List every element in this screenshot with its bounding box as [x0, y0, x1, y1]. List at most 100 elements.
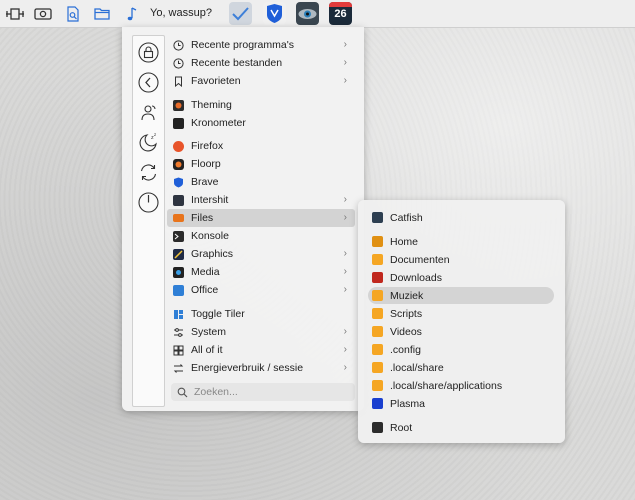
menu-item-label: Toggle Tiler [191, 308, 245, 320]
menu-item-label: Firefox [191, 140, 224, 152]
submenu-item-scripts[interactable]: Scripts [368, 305, 554, 322]
menu-item-label: Konsole [191, 230, 229, 242]
menu-item-system[interactable]: System › [167, 323, 355, 341]
panel-greeting: Yo, wassup? [150, 7, 212, 19]
system-icon [173, 327, 184, 338]
menu-item-energy[interactable]: Energieverbruik / sessie › [167, 359, 355, 377]
submenu-item-label: Downloads [390, 271, 442, 284]
theming-icon [173, 99, 184, 111]
calendar-26-icon[interactable]: 26 [329, 2, 352, 25]
music-note-icon[interactable] [121, 3, 141, 24]
submenu-item-catfish[interactable]: Catfish [368, 209, 554, 226]
menu-item-favorites[interactable]: Favorieten › [167, 72, 355, 90]
folder-scripts-icon [372, 308, 383, 319]
submenu-item-label: Root [390, 421, 413, 434]
menu-item-brave[interactable]: Brave [167, 173, 355, 191]
menu-item-office[interactable]: Office › [167, 281, 355, 299]
chevron-right-icon: › [343, 284, 347, 295]
submenu-item-label: Muziek [390, 289, 424, 302]
submenu-item-label: Documenten [390, 253, 450, 266]
media-icon [173, 266, 184, 278]
submenu-item-documenten[interactable]: Documenten [368, 251, 554, 268]
submenu-item-muziek[interactable]: Muziek [368, 287, 554, 304]
menu-item-label: Recente bestanden [191, 57, 283, 69]
lock-icon[interactable] [138, 42, 159, 63]
graphics-icon [173, 248, 184, 260]
menu-item-label: Intershit [191, 194, 229, 206]
session-sidebar: zz [132, 35, 165, 407]
menu-item-label: Files [191, 212, 214, 224]
menu-item-label: Brave [191, 176, 219, 188]
menu-item-toggle-tiler[interactable]: Toggle Tiler [167, 305, 355, 323]
submenu-item-local-share[interactable]: .local/share [368, 359, 554, 376]
files-submenu: Catfish Home Documenten Downloads Muziek… [358, 200, 565, 443]
menu-item-intershit[interactable]: Intershit › [167, 191, 355, 209]
sleep-icon[interactable]: zz [138, 132, 159, 153]
menu-item-theming[interactable]: Theming [167, 96, 355, 114]
folder-plasma-icon [372, 398, 383, 409]
chevron-right-icon: › [343, 326, 347, 337]
clock-icon [173, 39, 184, 51]
calendar-day-label: 26 [334, 8, 347, 20]
restart-icon[interactable] [138, 162, 159, 183]
application-menu: zz Recente programma's › Recente bestand… [122, 27, 364, 411]
floorp-icon [173, 158, 184, 170]
search-doc-icon[interactable] [62, 3, 84, 24]
chevron-right-icon: › [343, 212, 347, 223]
energy-icon [173, 363, 184, 374]
folder-icon [372, 380, 383, 391]
menu-item-floorp[interactable]: Floorp [167, 155, 355, 173]
menu-item-konsole[interactable]: Konsole [167, 227, 355, 245]
menu-item-graphics[interactable]: Graphics › [167, 245, 355, 263]
submenu-item-videos[interactable]: Videos [368, 323, 554, 340]
menu-item-label: Graphics [191, 248, 234, 260]
submenu-item-local-share-applications[interactable]: .local/share/applications [368, 377, 554, 394]
back-icon[interactable] [138, 72, 159, 93]
submenu-item-home[interactable]: Home [368, 233, 554, 250]
menu-item-label: Media [191, 266, 220, 278]
chevron-right-icon: › [343, 248, 347, 259]
office-icon [173, 284, 184, 296]
menu-item-files[interactable]: Files › [167, 209, 355, 227]
power-icon[interactable] [138, 192, 159, 213]
brave-icon [173, 177, 184, 188]
folder-home-icon [372, 236, 383, 247]
brave-icon[interactable] [263, 2, 286, 25]
menu-item-recent-apps[interactable]: Recente programma's › [167, 36, 355, 54]
grid-icon [173, 345, 184, 356]
chevron-right-icon: › [343, 266, 347, 277]
firefox-icon [173, 140, 184, 152]
folder-root-icon [372, 422, 383, 433]
check-icon[interactable] [229, 2, 252, 25]
chevron-right-icon: › [343, 344, 347, 355]
submenu-item-config[interactable]: .config [368, 341, 554, 358]
submenu-item-plasma[interactable]: Plasma [368, 395, 554, 412]
konsole-icon [173, 230, 184, 242]
eye-app-icon[interactable] [296, 2, 319, 25]
submenu-item-downloads[interactable]: Downloads [368, 269, 554, 286]
menu-item-label: Recente programma's [191, 39, 294, 51]
menu-item-label: System [191, 326, 227, 338]
camera-icon[interactable] [32, 3, 54, 24]
menu-item-kronometer[interactable]: Kronometer [167, 114, 355, 132]
clock-icon [173, 57, 184, 69]
chevron-right-icon: › [343, 57, 347, 68]
layout-icon[interactable] [4, 3, 26, 24]
menu-item-recent-files[interactable]: Recente bestanden › [167, 54, 355, 72]
chevron-right-icon: › [343, 39, 347, 50]
folder-videos-icon [372, 326, 383, 337]
menu-item-firefox[interactable]: Firefox [167, 137, 355, 155]
folder-documents-icon [372, 254, 383, 265]
menu-item-media[interactable]: Media › [167, 263, 355, 281]
search-field[interactable]: Zoeken... [171, 383, 355, 401]
chevron-right-icon: › [343, 362, 347, 373]
search-icon [177, 387, 188, 398]
folder-icon[interactable] [91, 3, 113, 24]
submenu-item-root[interactable]: Root [368, 419, 554, 436]
switch-user-icon[interactable] [138, 102, 159, 123]
chevron-right-icon: › [343, 194, 347, 205]
submenu-item-label: Catfish [390, 211, 423, 224]
menu-item-all-of-it[interactable]: All of it › [167, 341, 355, 359]
menu-item-label: Favorieten [191, 75, 241, 87]
tiler-icon [173, 309, 184, 320]
